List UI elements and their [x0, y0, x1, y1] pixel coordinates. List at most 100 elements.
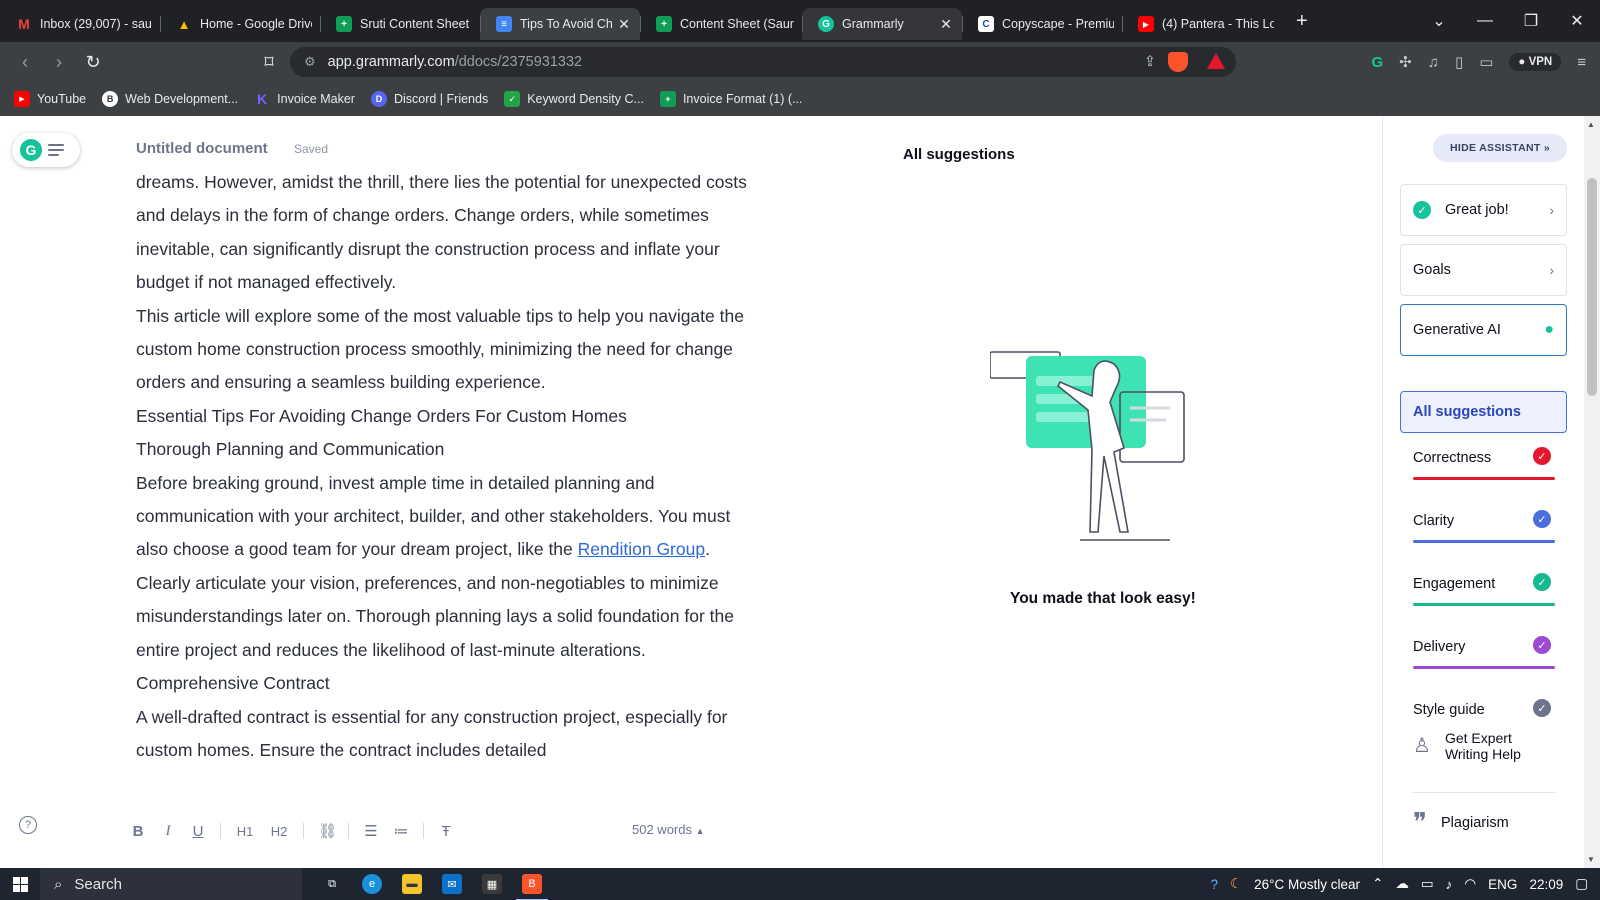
calculator-icon[interactable]: ▦	[482, 874, 502, 894]
tray-chevron-up-icon[interactable]: ⌃	[1372, 876, 1383, 892]
bookmark-youtube[interactable]: ▶ YouTube	[14, 91, 86, 107]
address-bar[interactable]: ⚙ app.grammarly.com/ddocs/2375931332 ⇪	[290, 47, 1236, 77]
heading2-button[interactable]: H2	[269, 824, 289, 839]
tab-copyscape[interactable]: C Copyscape - Premium	[962, 8, 1122, 40]
all-suggestions-tab[interactable]: All suggestions	[1400, 391, 1567, 433]
tab-content-sheet[interactable]: + Content Sheet (Saura	[640, 8, 802, 40]
file-explorer-icon[interactable]: ▬	[402, 874, 422, 894]
grammarly-extension-icon[interactable]: G	[1371, 54, 1383, 71]
underline-button[interactable]: U	[190, 823, 206, 840]
tab-sruti-content-sheet[interactable]: + Sruti Content Sheet -	[320, 8, 480, 40]
check-circle-icon: ✓	[1533, 636, 1551, 654]
close-tab-icon[interactable]: ✕	[938, 16, 954, 33]
plagiarism-button[interactable]: ❞ Plagiarism	[1413, 808, 1509, 838]
reload-icon[interactable]: ↻	[76, 52, 110, 73]
google-drive-icon: ▲	[177, 16, 191, 32]
brave-shield-icon[interactable]	[1168, 52, 1188, 72]
new-tab-button[interactable]: +	[1296, 10, 1308, 33]
taskbar-search[interactable]: ⌕ Search	[40, 868, 302, 900]
goals-card[interactable]: Goals ›	[1400, 244, 1567, 296]
category-correctness[interactable]: Correctness ✓	[1413, 442, 1555, 482]
bookmark-discord[interactable]: D Discord | Friends	[370, 91, 488, 107]
bookmark-keyword-density[interactable]: ✓ Keyword Density C...	[504, 91, 644, 107]
expert-person-icon: ♙	[1413, 735, 1431, 757]
media-icon[interactable]: ♫	[1428, 54, 1439, 71]
tab-google-drive[interactable]: ▲ Home - Google Drive	[160, 8, 320, 40]
help-icon[interactable]: ?	[19, 816, 37, 834]
scrollbar-thumb[interactable]	[1587, 178, 1597, 396]
edge-icon[interactable]: e	[362, 874, 382, 894]
search-icon: ⌕	[54, 875, 63, 893]
volume-icon[interactable]: ♪	[1446, 877, 1453, 892]
weather-text[interactable]: 26°C Mostly clear	[1254, 877, 1360, 892]
category-style-guide[interactable]: Style guide ✓	[1413, 694, 1555, 734]
close-tab-icon[interactable]: ✕	[616, 16, 632, 33]
minimize-icon[interactable]: —	[1462, 12, 1508, 30]
youtube-icon: ▶	[14, 91, 30, 107]
extensions-icon[interactable]: ✣	[1399, 53, 1412, 71]
sidebar-icon[interactable]: ▯	[1455, 53, 1463, 71]
onedrive-icon[interactable]: ☁	[1395, 876, 1409, 892]
doc-heading: Essential Tips For Avoiding Change Order…	[136, 405, 627, 426]
browser-tab-bar: M Inbox (29,007) - saura ▲ Home - Google…	[0, 0, 1600, 42]
share-icon[interactable]: ⇪	[1144, 54, 1156, 70]
grammarly-icon: G	[818, 16, 834, 32]
document-title[interactable]: Untitled document	[136, 140, 268, 157]
category-clarity[interactable]: Clarity ✓	[1413, 505, 1555, 545]
vpn-button[interactable]: ● VPN	[1509, 53, 1562, 71]
bulleted-list-icon[interactable]: ≔	[393, 822, 409, 840]
tab-grammarly[interactable]: G Grammarly ✕	[802, 8, 962, 40]
scroll-down-icon[interactable]: ▼	[1587, 855, 1595, 864]
great-job-card[interactable]: ✓ Great job! ›	[1400, 184, 1567, 236]
tab-youtube-pantera[interactable]: ▶ (4) Pantera - This Lov	[1122, 8, 1282, 40]
hide-assistant-button[interactable]: HIDE ASSISTANT »	[1433, 134, 1567, 162]
battery-icon[interactable]: ▭	[1421, 876, 1434, 892]
link-icon[interactable]: ⛓	[318, 822, 337, 840]
help-tray-icon[interactable]: ?	[1211, 877, 1219, 892]
bookmark-invoice-format[interactable]: + Invoice Format (1) (...	[659, 91, 802, 107]
generative-ai-card[interactable]: Generative AI ●	[1400, 304, 1567, 356]
document-editor[interactable]: dreams. However, amidst the thrill, ther…	[136, 166, 756, 806]
scroll-up-icon[interactable]: ▲	[1587, 120, 1595, 129]
category-engagement[interactable]: Engagement ✓	[1413, 568, 1555, 608]
task-view-icon[interactable]: ⧉	[322, 874, 342, 894]
brave-browser-icon[interactable]: B	[516, 874, 548, 900]
word-count[interactable]: 502 words ▲	[632, 822, 705, 837]
bookmark-page-icon[interactable]: ⌑	[252, 52, 286, 73]
site-settings-icon[interactable]: ⚙	[304, 54, 316, 70]
windows-start-button[interactable]	[0, 868, 40, 900]
bookmarks-bar: ▶ YouTube B Web Development... K Invoice…	[0, 82, 1600, 116]
browser-menu-icon[interactable]: ≡	[1577, 54, 1586, 71]
clock[interactable]: 22:09	[1529, 877, 1563, 892]
category-delivery[interactable]: Delivery ✓	[1413, 631, 1555, 671]
close-window-icon[interactable]: ✕	[1554, 11, 1600, 31]
windows-taskbar: ⌕ Search ⧉ e ▬ ✉ ▦ B ? ☾ 26°C Mostly cle…	[0, 868, 1600, 900]
wifi-icon[interactable]: ◠	[1464, 876, 1476, 892]
weather-icon: ☾	[1230, 876, 1243, 891]
maximize-icon[interactable]: ❐	[1508, 11, 1554, 31]
mail-icon[interactable]: ✉	[442, 874, 462, 894]
notifications-icon[interactable]: ▢	[1575, 876, 1588, 892]
bookmark-web-development[interactable]: B Web Development...	[102, 91, 238, 107]
heading1-button[interactable]: H1	[235, 824, 255, 839]
chevron-right-icon: ›	[1549, 262, 1554, 278]
italic-button[interactable]: I	[160, 823, 176, 840]
check-circle-icon: ✓	[1533, 573, 1551, 591]
language-indicator[interactable]: ENG	[1488, 877, 1517, 892]
forward-icon[interactable]: ›	[42, 52, 76, 73]
bold-button[interactable]: B	[130, 823, 146, 840]
tab-search-icon[interactable]: ⌄	[1416, 11, 1462, 31]
brave-rewards-icon[interactable]	[1206, 52, 1226, 70]
back-icon[interactable]: ‹	[8, 52, 42, 73]
tab-tips-to-avoid[interactable]: ≡ Tips To Avoid Ch ✕	[480, 8, 640, 40]
tab-gmail[interactable]: M Inbox (29,007) - saura	[0, 8, 160, 40]
clear-formatting-icon[interactable]: Ŧ	[438, 823, 454, 840]
bookmark-invoice-maker[interactable]: K Invoice Maker	[254, 91, 355, 107]
checkbox-icon: ✓	[504, 91, 521, 107]
rendition-group-link[interactable]: Rendition Group	[578, 539, 705, 559]
grammarly-menu-button[interactable]: G	[12, 133, 80, 167]
wallet-icon[interactable]: ▭	[1479, 53, 1493, 71]
page-scrollbar[interactable]: ▲ ▼	[1584, 116, 1600, 868]
numbered-list-icon[interactable]: ☰	[363, 822, 379, 840]
get-expert-writing-help[interactable]: ♙ Get Expert Writing Help	[1413, 730, 1555, 762]
